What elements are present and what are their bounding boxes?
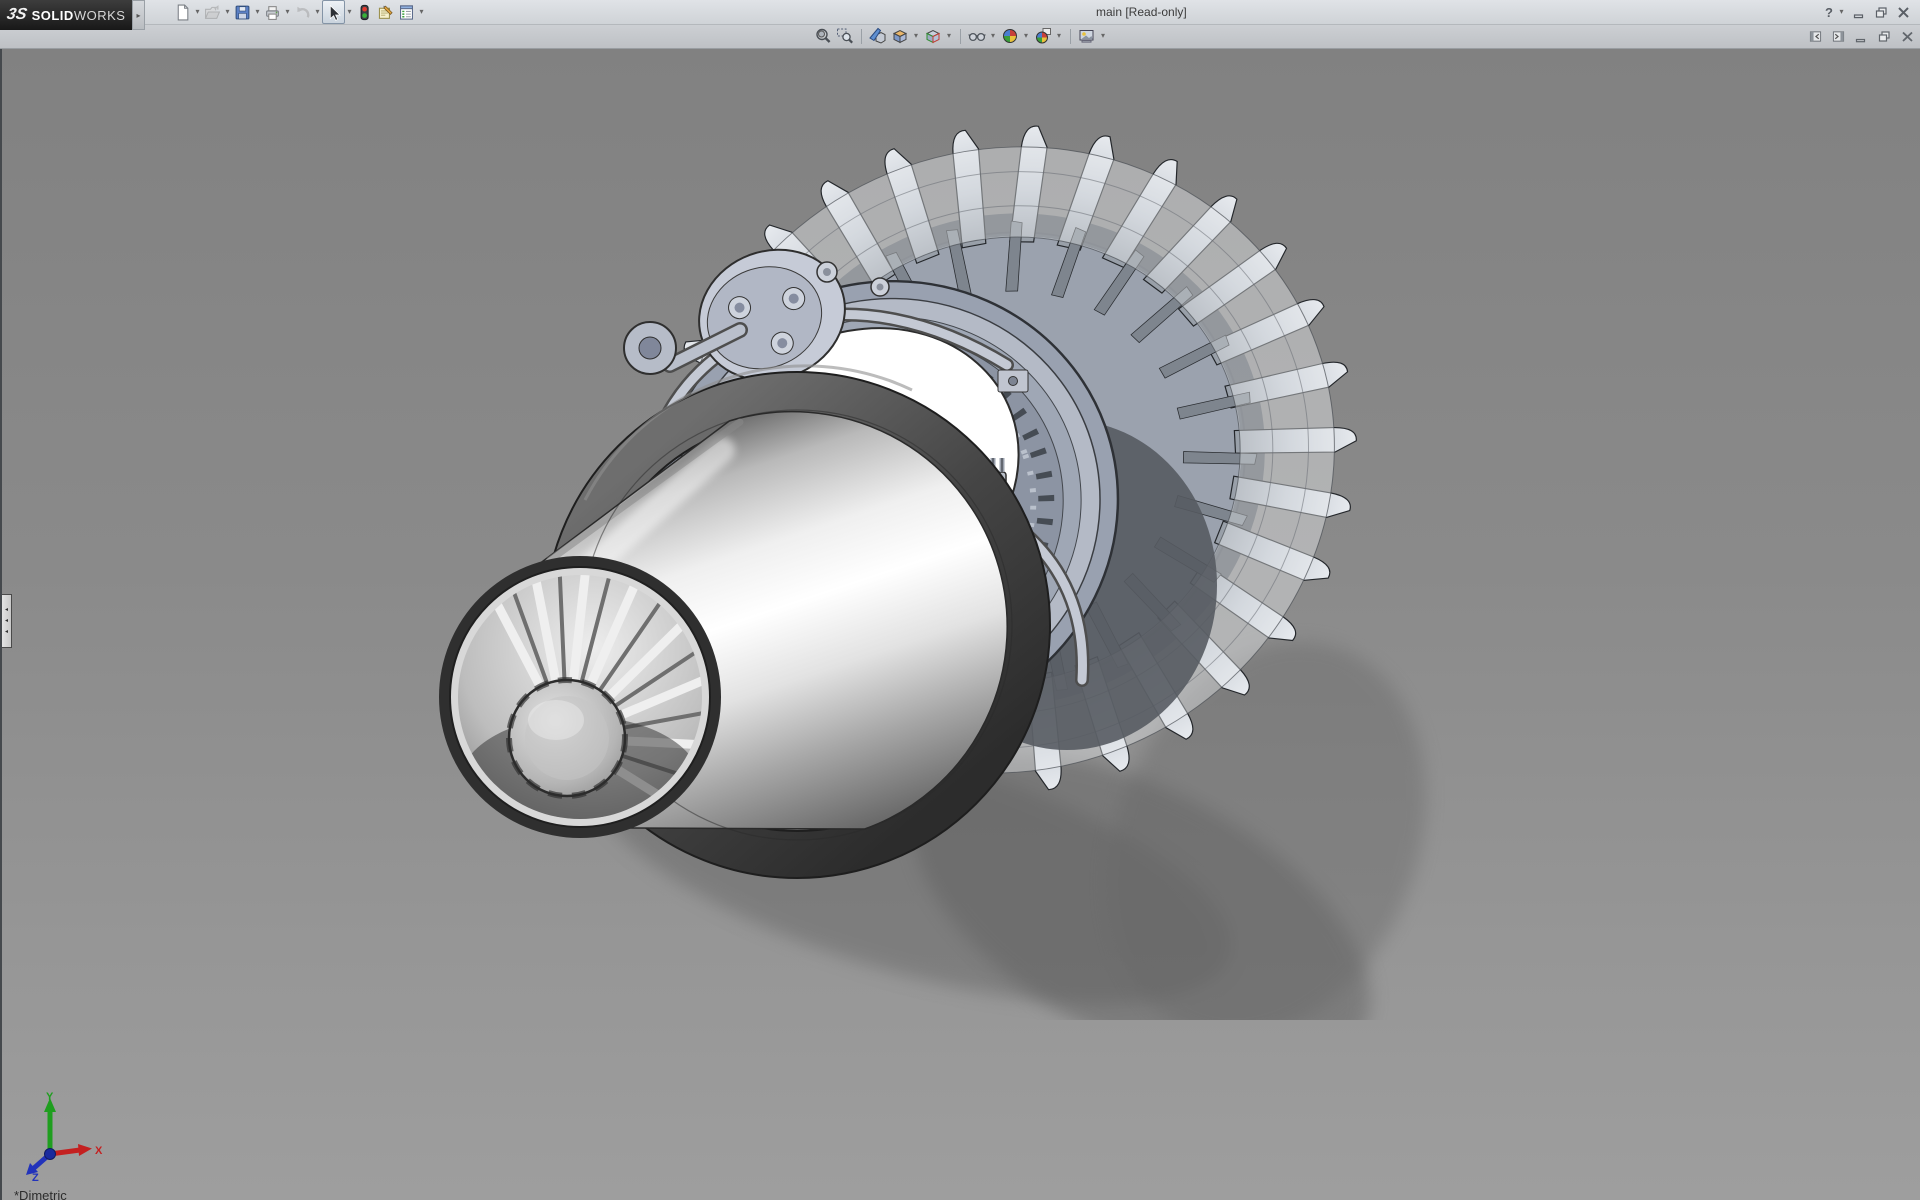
section-view-icon (869, 27, 887, 45)
tab-arrow-icon: ◂ (5, 607, 8, 613)
tab-arrow-icon: ◂ (5, 629, 8, 635)
minimize-button[interactable] (1850, 3, 1868, 21)
print-caret[interactable]: ▾ (283, 1, 292, 23)
triad-z-label: Z (32, 1172, 39, 1182)
edit-appearance-button[interactable] (1000, 25, 1020, 47)
save-button[interactable] (232, 1, 253, 23)
section-view-button[interactable] (868, 25, 888, 47)
sketch-button[interactable] (375, 1, 396, 23)
hide-show-items-button[interactable] (967, 25, 987, 47)
help-icon: ? (1825, 5, 1833, 20)
edit-appearance-caret[interactable]: ▾ (1022, 25, 1031, 47)
apply-scene-caret[interactable]: ▾ (1055, 25, 1064, 47)
save-caret[interactable]: ▾ (253, 1, 262, 23)
restore-icon (1875, 6, 1888, 19)
document-title: main [Read-only] (1096, 5, 1187, 19)
help-button[interactable]: ? (1825, 5, 1833, 20)
toolbar-separator (861, 29, 862, 44)
zoom-to-area-button[interactable] (835, 25, 855, 47)
display-style-button[interactable] (923, 25, 943, 47)
print-button[interactable] (262, 1, 283, 23)
minimize-icon (1853, 6, 1866, 19)
restore-button[interactable] (1872, 3, 1890, 21)
close-document-icon (1901, 30, 1914, 43)
help-caret[interactable]: ▾ (1837, 1, 1846, 23)
menu-flyout-tab[interactable]: ▸ (132, 0, 145, 30)
undo-icon (294, 4, 311, 21)
undo-caret[interactable]: ▾ (313, 1, 322, 23)
tab-arrow-icon: ◂ (5, 618, 8, 624)
checklist-icon (398, 4, 415, 21)
sketch-note-icon (377, 4, 394, 21)
undo-button[interactable] (292, 1, 313, 23)
view-orientation-label: *Dimetric (14, 1188, 67, 1200)
triad-y-label: Y (46, 1091, 54, 1103)
main-toolbar: ▾ ▾ ▾ ▾ (172, 1, 426, 23)
zoom-to-fit-icon (814, 27, 832, 45)
small-block (998, 370, 1028, 392)
view-settings-icon (1078, 27, 1096, 45)
close-document-button[interactable] (1899, 28, 1915, 44)
expand-taskpane-button[interactable] (1830, 28, 1846, 44)
eyeglasses-icon (968, 27, 986, 45)
zoom-to-fit-button[interactable] (813, 25, 833, 47)
view-orientation-caret[interactable]: ▾ (912, 25, 921, 47)
close-icon (1897, 6, 1910, 19)
display-style-caret[interactable]: ▾ (945, 25, 954, 47)
open-caret[interactable]: ▾ (223, 1, 232, 23)
edit-color-button[interactable] (354, 1, 375, 23)
zoom-to-area-icon (836, 27, 854, 45)
titlebar-controls: ? ▾ (1825, 0, 1912, 24)
jet-engine-model (352, 120, 1452, 1020)
save-icon (234, 4, 251, 21)
view-orientation-icon (891, 27, 909, 45)
display-style-icon (924, 27, 942, 45)
solidworks-logo: 3S SOLID WORKS (0, 0, 139, 30)
open-button[interactable] (202, 1, 223, 23)
open-folder-icon (204, 4, 221, 21)
apply-scene-button[interactable] (1033, 25, 1053, 47)
apply-scene-icon (1034, 27, 1052, 45)
new-document-button[interactable] (172, 1, 193, 23)
toolbar-separator (1070, 29, 1071, 44)
graphics-viewport[interactable]: ◂ ◂ ◂ Y X Z *Dimetric (0, 48, 1920, 1200)
headsup-view-toolbar: ▾ ▾ ▾ ▾ (0, 24, 1920, 48)
new-document-icon (174, 4, 191, 21)
title-bar: ▾ ▾ ▾ ▾ (0, 0, 1920, 25)
brand-name-bold: SOLID (32, 8, 74, 23)
collapse-featuremanager-button[interactable] (1807, 28, 1823, 44)
restore-document-icon (1878, 30, 1891, 43)
view-settings-caret[interactable]: ▾ (1099, 25, 1108, 47)
new-caret[interactable]: ▾ (193, 1, 202, 23)
pane-left-icon (1809, 30, 1822, 43)
minimize-document-icon (1855, 30, 1868, 43)
select-button[interactable] (322, 0, 345, 24)
flyout-arrow-icon: ▸ (136, 11, 140, 20)
select-caret[interactable]: ▾ (345, 1, 354, 23)
reference-triad: Y X Z (18, 1090, 108, 1182)
close-button[interactable] (1894, 3, 1912, 21)
toolbar-separator (960, 29, 961, 44)
minimize-document-button[interactable] (1853, 28, 1869, 44)
brand-mark: 3S (5, 6, 28, 24)
document-window-controls (1807, 24, 1915, 48)
hide-show-caret[interactable]: ▾ (989, 25, 998, 47)
options-caret[interactable]: ▾ (417, 1, 426, 23)
view-settings-button[interactable] (1077, 25, 1097, 47)
options-button[interactable] (396, 1, 417, 23)
view-toolbar-bar: ▾ ▾ ▾ ▾ (0, 24, 1920, 49)
featuremanager-collapsed-tab[interactable]: ◂ ◂ ◂ (2, 594, 12, 648)
select-cursor-icon (325, 4, 342, 21)
view-orientation-button[interactable] (890, 25, 910, 47)
brand-name-light: WORKS (74, 8, 126, 23)
print-icon (264, 4, 281, 21)
appearance-ball-icon (1001, 27, 1019, 45)
pane-right-icon (1832, 30, 1845, 43)
triad-x-label: X (95, 1145, 103, 1157)
traffic-light-icon (356, 4, 373, 21)
restore-document-button[interactable] (1876, 28, 1892, 44)
